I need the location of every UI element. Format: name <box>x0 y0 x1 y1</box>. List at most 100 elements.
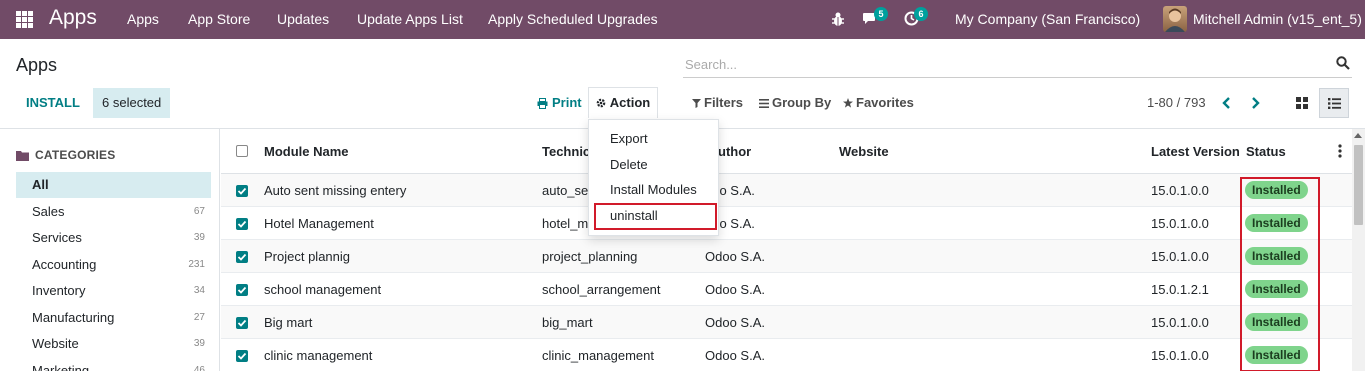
search-icon[interactable] <box>1336 56 1350 70</box>
category-count: 67 <box>193 206 205 217</box>
category-manufacturing[interactable]: Manufacturing 27 <box>16 305 211 331</box>
status-badge: Installed <box>1245 313 1308 331</box>
vertical-scrollbar[interactable] <box>1352 129 1365 371</box>
row-checkbox[interactable] <box>236 284 248 296</box>
author: Odoo S.A. <box>705 348 765 363</box>
menu-updates[interactable]: Updates <box>277 11 329 27</box>
category-all[interactable]: All <box>16 172 211 198</box>
row-checkbox[interactable] <box>236 218 248 230</box>
latest-version: 15.0.1.0.0 <box>1151 249 1209 264</box>
category-label: Website <box>32 336 79 351</box>
module-name: clinic management <box>264 348 373 363</box>
menu-apps[interactable]: Apps <box>127 11 159 27</box>
menu-app-store[interactable]: App Store <box>188 11 250 27</box>
favorites-label: Favorites <box>856 95 914 110</box>
author: Odoo S.A. <box>705 249 765 264</box>
groupby-button[interactable]: Group By <box>759 88 831 118</box>
action-button[interactable]: Action <box>588 87 658 118</box>
column-author[interactable]: uthor <box>718 144 751 159</box>
column-website[interactable]: Website <box>839 144 889 159</box>
category-label: Services <box>32 230 82 245</box>
bug-icon[interactable] <box>831 11 845 27</box>
row-checkbox[interactable] <box>236 251 248 263</box>
author: Odoo S.A. <box>705 315 765 330</box>
top-navbar: Apps Apps App Store Updates Update Apps … <box>0 0 1365 39</box>
chevron-left-icon[interactable] <box>1220 95 1234 111</box>
category-count: 34 <box>193 285 205 296</box>
folder-icon <box>16 150 29 161</box>
install-button[interactable]: INSTALL <box>16 88 90 118</box>
technical-name: clinic_management <box>542 348 655 363</box>
scroll-thumb[interactable] <box>1354 145 1363 225</box>
action-install-modules[interactable]: Install Modules <box>589 177 718 202</box>
latest-version: 15.0.1.0.0 <box>1151 216 1209 231</box>
category-label: All <box>32 177 49 192</box>
list-view-icon <box>1327 97 1341 109</box>
filters-button[interactable]: Filters <box>692 88 743 118</box>
action-delete[interactable]: Delete <box>589 152 718 177</box>
latest-version: 15.0.1.2.1 <box>1151 282 1209 297</box>
filter-icon <box>692 99 701 108</box>
action-uninstall[interactable]: uninstall <box>589 203 718 228</box>
user-menu[interactable]: Mitchell Admin (v15_ent_5) <box>1193 11 1362 27</box>
column-status[interactable]: Status <box>1246 144 1286 159</box>
categories-title: CATEGORIES <box>35 148 116 162</box>
table-row[interactable]: clinic management clinic_management Odoo… <box>221 339 1352 371</box>
category-services[interactable]: Services 39 <box>16 225 211 251</box>
action-export[interactable]: Export <box>589 126 718 151</box>
groupby-label: Group By <box>772 95 832 110</box>
latest-version: 15.0.1.0.0 <box>1151 348 1209 363</box>
optional-columns-icon[interactable] <box>1338 144 1342 158</box>
column-latest-version[interactable]: Latest Version <box>1151 144 1240 159</box>
kanban-view-icon <box>1296 97 1308 109</box>
categories-header: CATEGORIES <box>16 148 115 162</box>
activity-badge: 6 <box>914 7 928 21</box>
search-input[interactable] <box>685 54 1305 74</box>
technical-name: hotel_m <box>542 216 589 231</box>
apps-grid-icon[interactable] <box>16 11 33 28</box>
favorites-button[interactable]: Favorites <box>843 88 914 118</box>
technical-name: big_mart <box>542 315 593 330</box>
category-sales[interactable]: Sales 67 <box>16 199 211 225</box>
category-label: Manufacturing <box>32 310 115 325</box>
table-row[interactable]: Project plannig project_planning Odoo S.… <box>221 240 1352 273</box>
column-module-name[interactable]: Module Name <box>264 144 349 159</box>
category-label: Inventory <box>32 283 86 298</box>
print-button[interactable]: Print <box>537 88 582 118</box>
row-checkbox[interactable] <box>236 317 248 329</box>
table-row[interactable]: school management school_arrangement Odo… <box>221 273 1352 306</box>
pager-value[interactable]: 1-80 / 793 <box>1147 88 1206 118</box>
app-brand: Apps <box>49 6 97 29</box>
table-row[interactable]: Auto sent missing entery auto_se doo S.A… <box>221 174 1352 207</box>
status-badge: Installed <box>1245 214 1308 232</box>
select-all-checkbox[interactable] <box>236 145 248 157</box>
status-badge: Installed <box>1245 181 1308 199</box>
row-checkbox[interactable] <box>236 350 248 362</box>
filters-label: Filters <box>704 95 744 110</box>
table-row[interactable]: Hotel Management hotel_m doo S.A. 15.0.1… <box>221 207 1352 240</box>
menu-apply-scheduled-upgrades[interactable]: Apply Scheduled Upgrades <box>488 11 658 27</box>
category-label: Accounting <box>32 257 97 272</box>
row-checkbox[interactable] <box>236 185 248 197</box>
category-count: 39 <box>193 232 205 243</box>
category-marketing[interactable]: Marketing 46 <box>16 358 211 371</box>
column-technical-name[interactable]: Technic <box>542 144 590 159</box>
category-inventory[interactable]: Inventory 34 <box>16 278 211 304</box>
menu-update-apps-list[interactable]: Update Apps List <box>357 11 463 27</box>
kanban-view-button[interactable] <box>1287 88 1317 118</box>
latest-version: 15.0.1.0.0 <box>1151 183 1209 198</box>
category-accounting[interactable]: Accounting 231 <box>16 252 211 278</box>
status-badge: Installed <box>1245 247 1308 265</box>
modules-list: Module Name Technic uthor Website Latest… <box>221 129 1352 371</box>
table-header: Module Name Technic uthor Website Latest… <box>221 129 1352 174</box>
star-icon <box>843 98 853 108</box>
scroll-up-arrow-icon[interactable] <box>1354 133 1362 138</box>
category-count: 231 <box>188 259 205 270</box>
table-row[interactable]: Big mart big_mart Odoo S.A. 15.0.1.0.0 I… <box>221 306 1352 339</box>
list-view-button[interactable] <box>1319 88 1349 118</box>
latest-version: 15.0.1.0.0 <box>1151 315 1209 330</box>
chevron-right-icon[interactable] <box>1248 95 1262 111</box>
company-switcher[interactable]: My Company (San Francisco) <box>955 11 1140 27</box>
category-website[interactable]: Website 39 <box>16 331 211 357</box>
user-avatar[interactable] <box>1163 6 1187 32</box>
